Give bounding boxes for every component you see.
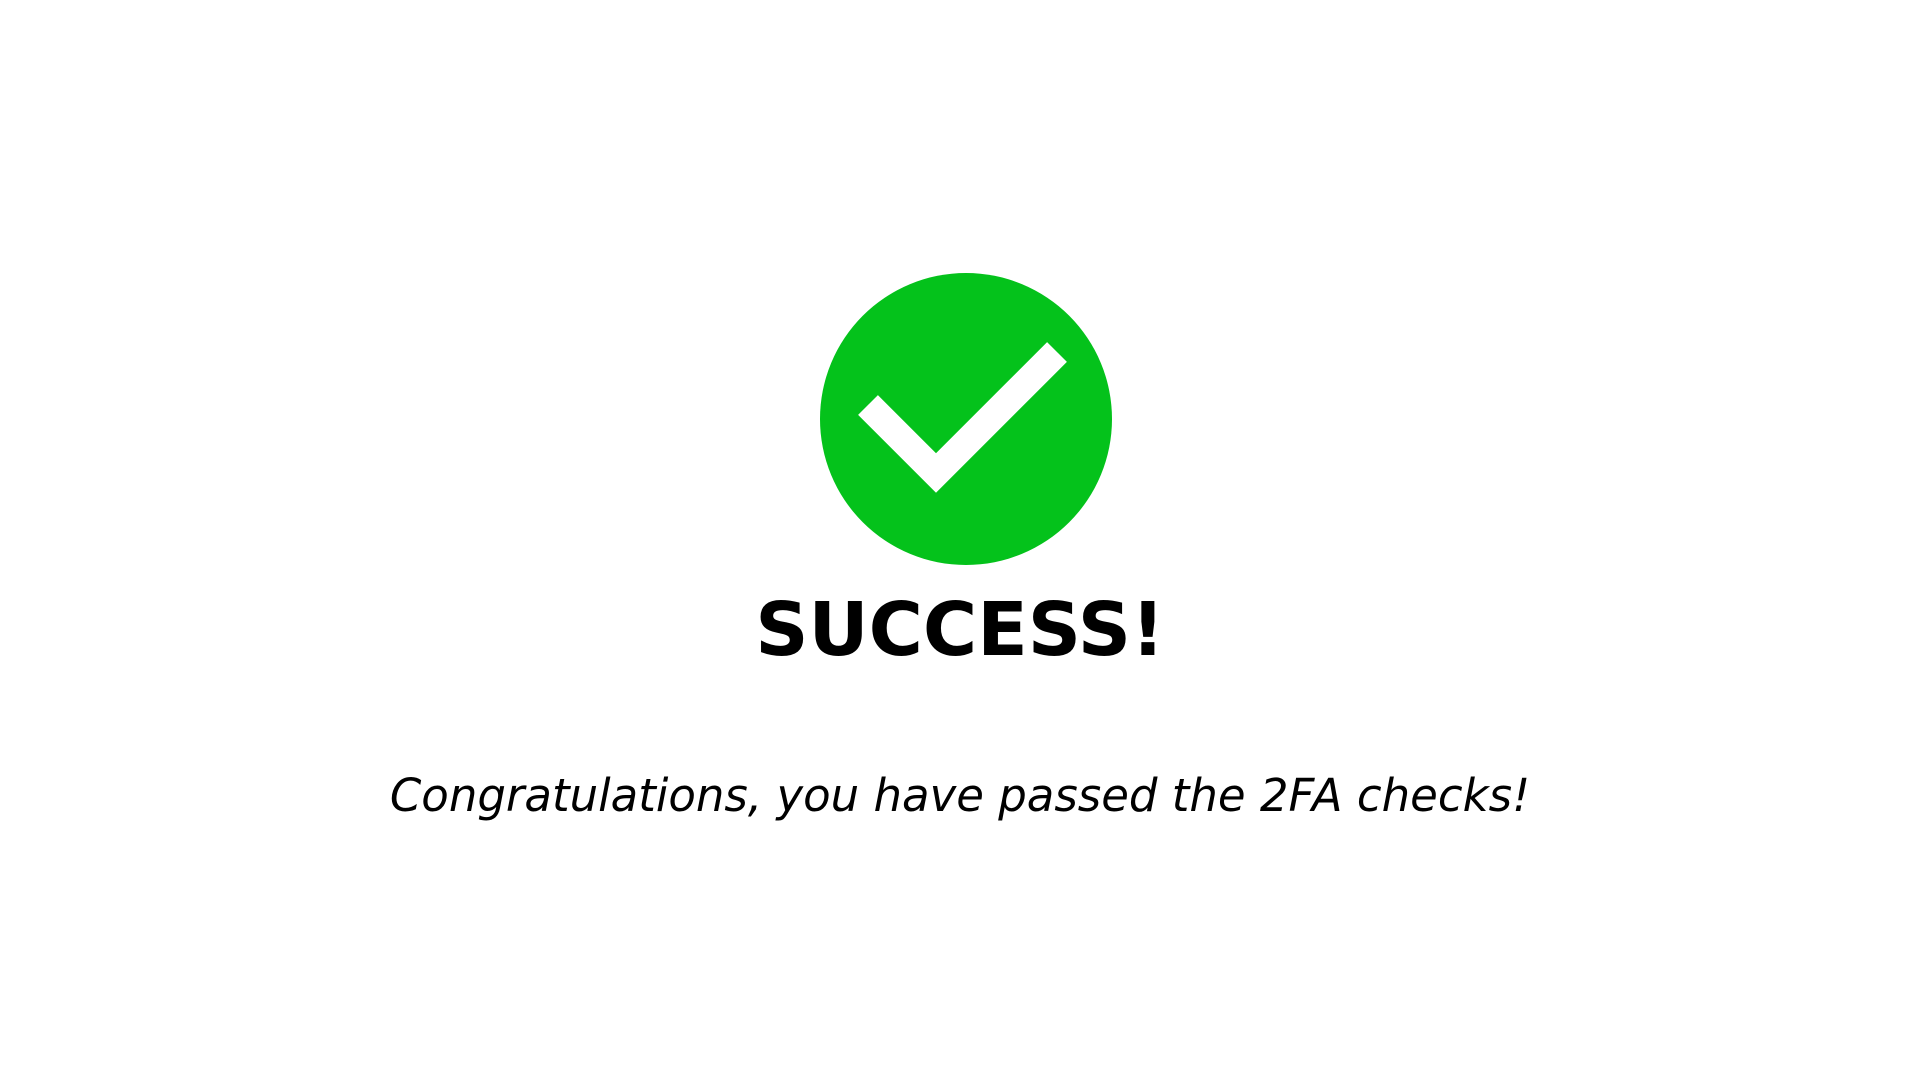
success-page: SUCCESS! Congratulations, you have passe… [0,0,1920,1080]
success-message: Congratulations, you have passed the 2FA… [389,769,1531,822]
success-title: SUCCESS! [755,587,1165,673]
check-circle-icon [820,273,1112,565]
